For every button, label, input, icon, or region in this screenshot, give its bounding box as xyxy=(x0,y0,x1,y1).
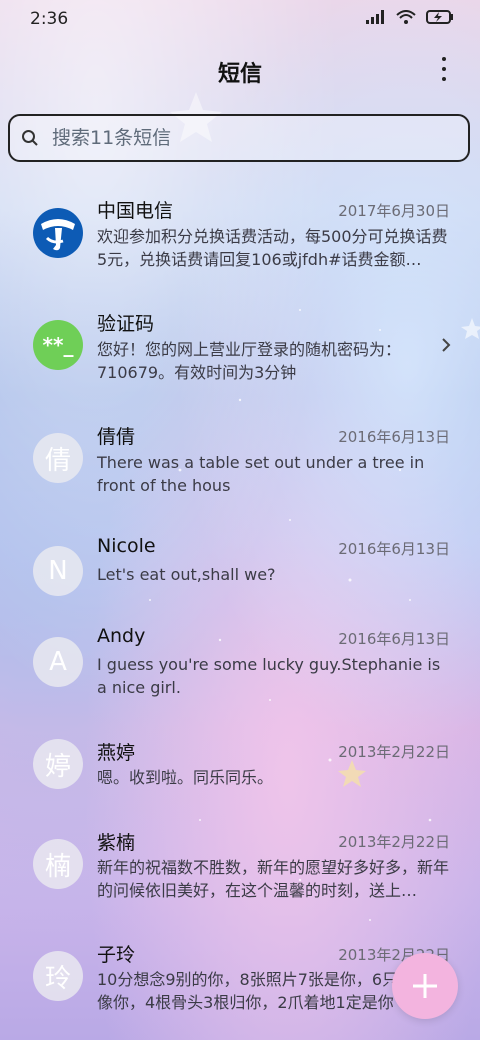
message-snippet: 您好！您的网上营业厅登录的随机密码为：710679。有效时间为3分钟 xyxy=(97,340,402,382)
contact-name: 倩倩 xyxy=(97,426,136,448)
page-title: 短信 xyxy=(217,62,262,87)
status-icons xyxy=(366,10,454,24)
avatar: N xyxy=(33,546,83,596)
wifi-icon xyxy=(396,10,416,24)
avatar: 玲 xyxy=(33,951,83,1001)
message-date: 2016年6月13日 xyxy=(338,630,450,648)
message-snippet: I guess you're some lucky guy.Stephanie … xyxy=(97,655,441,697)
message-snippet: Let's eat out,shall we? xyxy=(97,565,276,584)
message-date: 2016年6月13日 xyxy=(338,540,450,558)
contact-name: Andy xyxy=(97,625,146,647)
plus-icon xyxy=(413,974,437,998)
contact-name: 中国电信 xyxy=(97,200,174,222)
chevron-right-icon[interactable] xyxy=(440,336,452,354)
message-snippet: 新年的祝福数不胜数，新年的愿望好多好多，新年的问候依旧美好，在这个温馨的时刻，送… xyxy=(97,858,450,900)
contact-name: 验证码 xyxy=(97,313,155,335)
china-telecom-logo-icon xyxy=(33,208,83,258)
message-date: 2016年6月13日 xyxy=(338,428,450,446)
status-bar: 2:36 xyxy=(0,0,480,34)
contact-name: 紫楠 xyxy=(97,832,136,854)
avatar: A xyxy=(33,637,83,687)
message-snippet: 嗯。收到啦。同乐同乐。 xyxy=(97,768,274,787)
contact-name: Nicole xyxy=(97,535,156,557)
message-snippet: 欢迎参加积分兑换话费活动，每500分可兑换话费5元，兑换话费请回复106或jfd… xyxy=(97,227,448,269)
avatar: 倩 xyxy=(33,433,83,483)
compose-button[interactable] xyxy=(392,953,458,1019)
battery-charging-icon xyxy=(426,10,453,24)
avatar: 楠 xyxy=(33,839,83,889)
message-date: 2013年2月22日 xyxy=(338,743,450,761)
contact-name: 子玲 xyxy=(97,944,136,966)
more-vertical-icon[interactable] xyxy=(432,54,456,84)
search-icon xyxy=(10,129,50,147)
app-bar: 短信 xyxy=(0,34,480,104)
contact-name: 燕婷 xyxy=(97,742,136,764)
search-input[interactable] xyxy=(50,126,434,150)
message-date: 2017年6月30日 xyxy=(338,202,450,220)
status-time: 2:36 xyxy=(30,9,69,29)
search-bar[interactable] xyxy=(8,114,470,162)
message-date: 2013年2月22日 xyxy=(338,833,450,851)
message-snippet: There was a table set out under a tree i… xyxy=(97,453,425,495)
avatar: 婷 xyxy=(33,739,83,789)
signal-icon xyxy=(366,10,384,24)
verification-code-avatar: **_ xyxy=(33,320,83,370)
